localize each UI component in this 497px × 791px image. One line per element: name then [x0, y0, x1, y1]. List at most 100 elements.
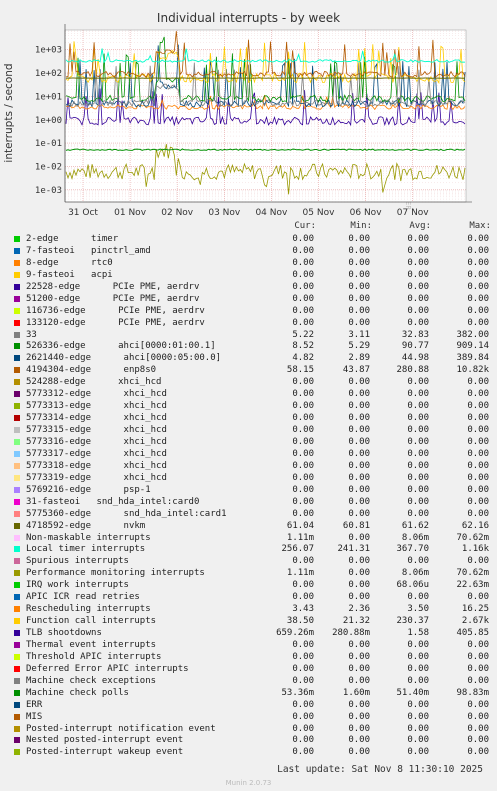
legend-value-cur: 58.15 [286, 365, 314, 376]
legend-swatch [14, 379, 20, 386]
legend-swatch [14, 236, 20, 242]
legend-value-min: 0.00 [348, 508, 370, 519]
legend-swatch [14, 618, 20, 625]
legend-value-cur: 4.82 [292, 353, 314, 364]
munin-version: Munin 2.0.73 [225, 779, 272, 787]
legend-value-max: 16.25 [461, 604, 489, 615]
legend-value-cur: 3.43 [292, 604, 314, 615]
legend-value-cur: 0.00 [292, 472, 314, 483]
legend-label: 5773316-edge xhci_hcd [26, 436, 167, 447]
legend-swatch [14, 343, 20, 350]
legend-swatch [14, 450, 20, 457]
legend-value-min: 0.00 [348, 425, 370, 436]
x-tick-label: 01 Nov [114, 208, 147, 218]
legend-value-min: 0.00 [348, 448, 370, 459]
legend-swatch [14, 355, 20, 362]
legend-value-max: 0.00 [467, 484, 489, 495]
legend-value-min: 280.88m [332, 628, 370, 639]
legend-value-min: 21.32 [342, 616, 370, 627]
legend-label: Deferred Error APIC interrupts [26, 663, 189, 674]
legend-label: 5775360-edge snd_hda_intel:card1 [26, 508, 227, 519]
legend-label: 526336-edge ahci[0000:01:00.1] [26, 341, 216, 352]
legend-row: 5773314-edge xhci_hcd 0.00 0.00 0.00 0.00 [14, 413, 494, 425]
legend-label: Machine check polls [26, 687, 129, 698]
legend-value-avg: 280.88 [396, 365, 429, 376]
x-tick-label: 02 Nov [161, 208, 194, 218]
legend-swatch [14, 653, 20, 660]
legend-label: Performance monitoring interrupts [26, 568, 205, 579]
legend-value-max: 0.00 [467, 245, 489, 256]
legend-value-avg: 0.00 [407, 436, 429, 447]
legend-value-max: 0.00 [467, 556, 489, 567]
legend-label: MIS [26, 711, 43, 722]
legend-label: Function call interrupts [26, 616, 157, 627]
legend-swatch [14, 391, 20, 398]
legend-value-cur: 0.00 [292, 735, 314, 746]
legend-row: 2-edge timer 0.00 0.00 0.00 0.00 [14, 234, 494, 246]
legend-label: 33 [26, 329, 37, 340]
legend-row: Deferred Error APIC interrupts 0.00 0.00 0.… [14, 664, 494, 676]
legend-row: 5773312-edge xhci_hcd 0.00 0.00 0.00 0.00 [14, 389, 494, 401]
interrupts-chart: 1e-03 1e-02 1e-01 1e+00 1e+01 1e+02 1e+03 31 Oc… [35, 24, 472, 218]
legend-value-cur: 0.00 [292, 269, 314, 280]
legend-value-avg: 0.00 [407, 245, 429, 256]
legend-value-avg: 0.00 [407, 269, 429, 280]
last-update: Last update: Sat Nov 8 11:30:10 2025 [277, 764, 483, 775]
y-tick-label: 1e+00 [35, 116, 62, 126]
legend-value-max: 0.00 [467, 401, 489, 412]
legend-label: IRQ work interrupts [26, 580, 129, 591]
legend-label: 116736-edge PCIe PME, aerdrv [26, 305, 205, 316]
legend-row: Function call interrupts 38.50 21.32 230.37… [14, 616, 494, 628]
legend-label: Non-maskable interrupts [26, 532, 151, 543]
legend-value-max: 0.00 [467, 723, 489, 734]
legend-label: 524288-edge xhci_hcd [26, 377, 162, 388]
legend-value-cur: 0.00 [292, 508, 314, 519]
legend-label: APIC ICR read retries [26, 592, 140, 603]
legend-swatch [14, 498, 20, 505]
legend-value-min: 0.00 [348, 281, 370, 292]
legend-value-avg: 0.00 [407, 293, 429, 304]
legend-row: 133120-edge PCIe PME, aerdrv 0.00 0.00 0.00… [14, 318, 494, 330]
legend-value-max: 22.63m [456, 580, 489, 591]
legend-value-avg: 0.00 [407, 389, 429, 400]
legend-label: Spurious interrupts [26, 556, 129, 567]
legend-label: 4194304-edge enp8s0 [26, 365, 157, 376]
legend-value-cur: 0.00 [292, 305, 314, 316]
legend-value-min: 0.00 [348, 556, 370, 567]
legend-swatch [14, 725, 20, 732]
legend-value-avg: 0.00 [407, 723, 429, 734]
legend-row: 8-edge rtc0 0.00 0.00 0.00 0.00 [14, 258, 494, 270]
legend-swatch [14, 247, 20, 254]
x-tick-label: 03 Nov [208, 208, 241, 218]
legend-value-max: 62.16 [461, 520, 489, 531]
legend-value-avg: 0.00 [407, 651, 429, 662]
legend-label: Thermal event interrupts [26, 639, 157, 650]
legend-value-min: 0.00 [348, 675, 370, 686]
legend-value-max: 0.00 [467, 317, 489, 328]
y-tick-label: 1e-02 [35, 162, 62, 172]
legend-value-cur: 0.00 [292, 699, 314, 710]
legend-value-min: 0.00 [348, 484, 370, 495]
legend-row: 22528-edge PCIe PME, aerdrv 0.00 0.00 0.00 0… [14, 282, 494, 294]
legend-value-avg: 61.62 [401, 520, 429, 531]
legend-value-cur: 0.00 [292, 377, 314, 388]
legend-value-max: 0.00 [467, 472, 489, 483]
legend-row: Spurious interrupts 0.00 0.00 0.00 0.00 [14, 556, 494, 568]
legend-label: Posted-interrupt notification event [26, 723, 216, 734]
legend-value-avg: 0.00 [407, 425, 429, 436]
legend-value-cur: 0.00 [292, 401, 314, 412]
legend-value-min: 0.00 [348, 436, 370, 447]
legend-value-min: 0.00 [348, 377, 370, 388]
legend-value-cur: 0.00 [292, 425, 314, 436]
legend-value-min: 0.00 [348, 580, 370, 591]
legend-row: 5773315-edge xhci_hcd 0.00 0.00 0.00 0.00 [14, 425, 494, 437]
legend-value-min: 0.00 [348, 663, 370, 674]
legend-value-cur: 0.00 [292, 556, 314, 567]
legend-value-min: 2.89 [348, 353, 370, 364]
legend-row: 116736-edge PCIe PME, aerdrv 0.00 0.00 0.00… [14, 306, 494, 318]
legend-row: Nested posted-interrupt event 0.00 0.00 0.0… [14, 735, 494, 747]
legend-value-avg: 367.70 [396, 544, 429, 555]
legend-swatch [14, 570, 20, 577]
legend-value-max: 382.00 [456, 329, 489, 340]
legend-value-avg: 0.00 [407, 377, 429, 388]
